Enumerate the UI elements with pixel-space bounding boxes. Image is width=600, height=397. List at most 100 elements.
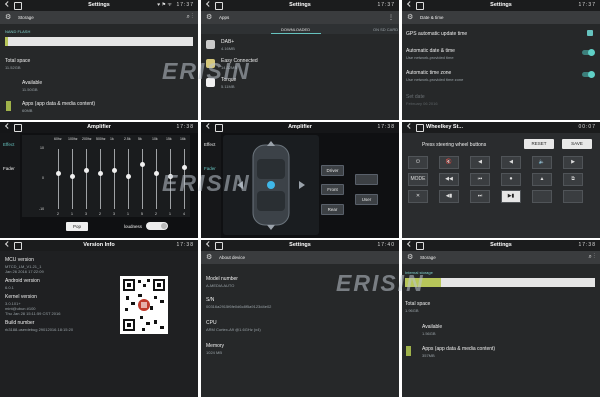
auto-timezone-toggle[interactable] xyxy=(582,71,595,78)
app-row-dab[interactable]: DAB+ 4.16MB xyxy=(201,38,399,53)
eq-band-slider-knob[interactable] xyxy=(98,170,103,176)
serial-label: S/N xyxy=(206,297,215,303)
search-icon[interactable]: ⌕ ⋮ xyxy=(588,254,595,261)
build-value: rk3188-userdebug 29012016.18:15:20 xyxy=(5,327,74,332)
build-label: Build number xyxy=(5,320,35,326)
auto-date-toggle[interactable] xyxy=(582,49,595,56)
eq-band-value: 4 xyxy=(183,212,185,216)
eq-band-slider-knob[interactable] xyxy=(70,173,75,179)
eq-band-slider-track[interactable] xyxy=(100,149,101,209)
search-icon[interactable]: ⌕ ⋮ xyxy=(186,14,193,21)
wheelkey-tile[interactable]: ✕ xyxy=(408,190,428,203)
eq-band-slider-track[interactable] xyxy=(142,149,143,209)
action-bar: ⚙ Storage ⌕ ⋮ xyxy=(402,251,600,264)
wheelkey-tile[interactable] xyxy=(563,190,583,203)
available-value: 11.50GB xyxy=(22,87,38,92)
wheelkey-tile[interactable] xyxy=(532,190,552,203)
eq-band-slider-track[interactable] xyxy=(58,149,59,209)
wheelkey-prompt: Press steering wheel buttons xyxy=(422,142,487,148)
eq-band-slider-knob[interactable] xyxy=(140,161,145,167)
action-title: Storage xyxy=(420,255,436,260)
home-button[interactable] xyxy=(14,124,22,132)
wheelkey-tile[interactable]: ◀︎ xyxy=(470,156,490,169)
wheelkey-tile[interactable]: ⏺ xyxy=(501,173,521,186)
wheelkey-tile[interactable]: ◀▮ xyxy=(439,190,459,203)
wheelkey-tile[interactable]: MODE xyxy=(408,173,428,186)
eq-band-label: 200hz xyxy=(82,137,92,141)
status-bar: Settings 17:37 xyxy=(402,0,600,11)
effect-tab[interactable]: Effect xyxy=(204,142,215,147)
wheelkey-tile[interactable]: ⧉ xyxy=(563,173,583,186)
overflow-menu-icon[interactable]: ⋮ xyxy=(388,14,394,21)
reset-button[interactable]: RESET xyxy=(524,139,554,149)
preset-button[interactable]: Pop xyxy=(66,222,88,231)
cpu-value: ARM Cortex-A9 @1.6GHz (x4) xyxy=(206,327,261,332)
brand-watermark: ERISIN xyxy=(162,170,251,196)
wheelkey-tile[interactable]: ▲ xyxy=(532,173,552,186)
wheelkey-tile[interactable]: ⏭ xyxy=(470,190,490,203)
save-button[interactable]: SAVE xyxy=(562,139,592,149)
settings-icon[interactable]: ⚙ xyxy=(407,253,413,261)
eq-band-slider-knob[interactable] xyxy=(112,167,117,173)
user-button[interactable]: User xyxy=(355,194,378,205)
auto-date-sub: Use network-provided time xyxy=(406,55,454,60)
gps-update-checkbox[interactable] xyxy=(587,30,593,36)
tab-downloaded[interactable]: DOWNLOADED xyxy=(281,27,310,32)
status-bar: Version Info 17:38 xyxy=(0,240,198,251)
eq-band-label: 100hz xyxy=(68,137,78,141)
wheelkey-tile[interactable]: ▶▮ xyxy=(501,190,521,203)
wheelkey-tile[interactable]: ⏮ xyxy=(470,173,490,186)
apps-value: 60MB xyxy=(22,108,33,113)
status-bar: Amplifier 17:38 xyxy=(201,122,399,133)
driver-button[interactable]: Driver xyxy=(321,165,344,176)
home-button[interactable] xyxy=(14,242,22,250)
gps-update-label: GPS automatic update time xyxy=(406,31,468,37)
eq-band-slider-knob[interactable] xyxy=(56,170,61,176)
eq-band-value: 2 xyxy=(57,212,59,216)
settings-icon[interactable]: ⚙ xyxy=(5,13,11,21)
home-button[interactable] xyxy=(416,2,424,10)
tab-sd-card[interactable]: ON SD CARD xyxy=(373,27,398,32)
home-button[interactable] xyxy=(416,124,424,132)
wheelkey-tile[interactable]: ▶︎ xyxy=(563,156,583,169)
home-button[interactable] xyxy=(215,2,223,10)
eq-band-slider-track[interactable] xyxy=(86,149,87,209)
settings-icon[interactable]: ⚙ xyxy=(206,13,212,21)
eq-band-slider-track[interactable] xyxy=(128,149,129,209)
status-bar: Settings 17:37 ♥ ⚑ ᯤ xyxy=(0,0,198,11)
wheelkey-tile[interactable]: 🔇 xyxy=(439,156,459,169)
qr-code xyxy=(120,276,168,334)
wheelkey-tile[interactable]: ◀ xyxy=(501,156,521,169)
eq-band-slider-knob[interactable] xyxy=(126,173,131,179)
eq-band-slider-knob[interactable] xyxy=(154,170,159,176)
home-button[interactable] xyxy=(215,124,223,132)
settings-icon[interactable]: ⚙ xyxy=(206,253,212,261)
eq-band-value: 1 xyxy=(169,212,171,216)
wheelkey-tile[interactable]: ◀◀ xyxy=(439,173,459,186)
eq-band-value: 5 xyxy=(141,212,143,216)
settings-icon[interactable]: ⚙ xyxy=(407,13,413,21)
eq-band-slider-track[interactable] xyxy=(72,149,73,209)
status-bar: Amplifier 17:38 xyxy=(0,122,198,133)
set-date-label[interactable]: Set date xyxy=(406,94,425,100)
home-button[interactable] xyxy=(215,242,223,250)
status-time: 17:37 xyxy=(377,2,395,8)
eq-band-slider-track[interactable] xyxy=(156,149,157,209)
home-button[interactable] xyxy=(14,2,22,10)
home-button[interactable] xyxy=(416,242,424,250)
effect-tab[interactable]: Effect xyxy=(3,142,14,147)
fader-tab[interactable]: Fader xyxy=(3,166,15,171)
wheelkey-tile[interactable]: ⏻ xyxy=(408,156,428,169)
front-button[interactable]: Front xyxy=(321,184,344,195)
loudness-toggle[interactable] xyxy=(146,222,168,230)
eq-band-slider-knob[interactable] xyxy=(84,167,89,173)
rear-button[interactable]: Rear xyxy=(321,204,344,215)
app-name: DAB+ xyxy=(221,39,235,45)
eq-band-slider-knob[interactable] xyxy=(182,164,187,170)
eq-band-slider-track[interactable] xyxy=(114,149,115,209)
blank-preset-button[interactable] xyxy=(355,174,378,185)
brand-watermark: ERISIN xyxy=(162,58,251,84)
apps-label: Apps (app data & media content) xyxy=(422,346,496,352)
wheelkey-tile[interactable]: 🔈 xyxy=(532,156,552,169)
eq-band-value: 1 xyxy=(127,212,129,216)
